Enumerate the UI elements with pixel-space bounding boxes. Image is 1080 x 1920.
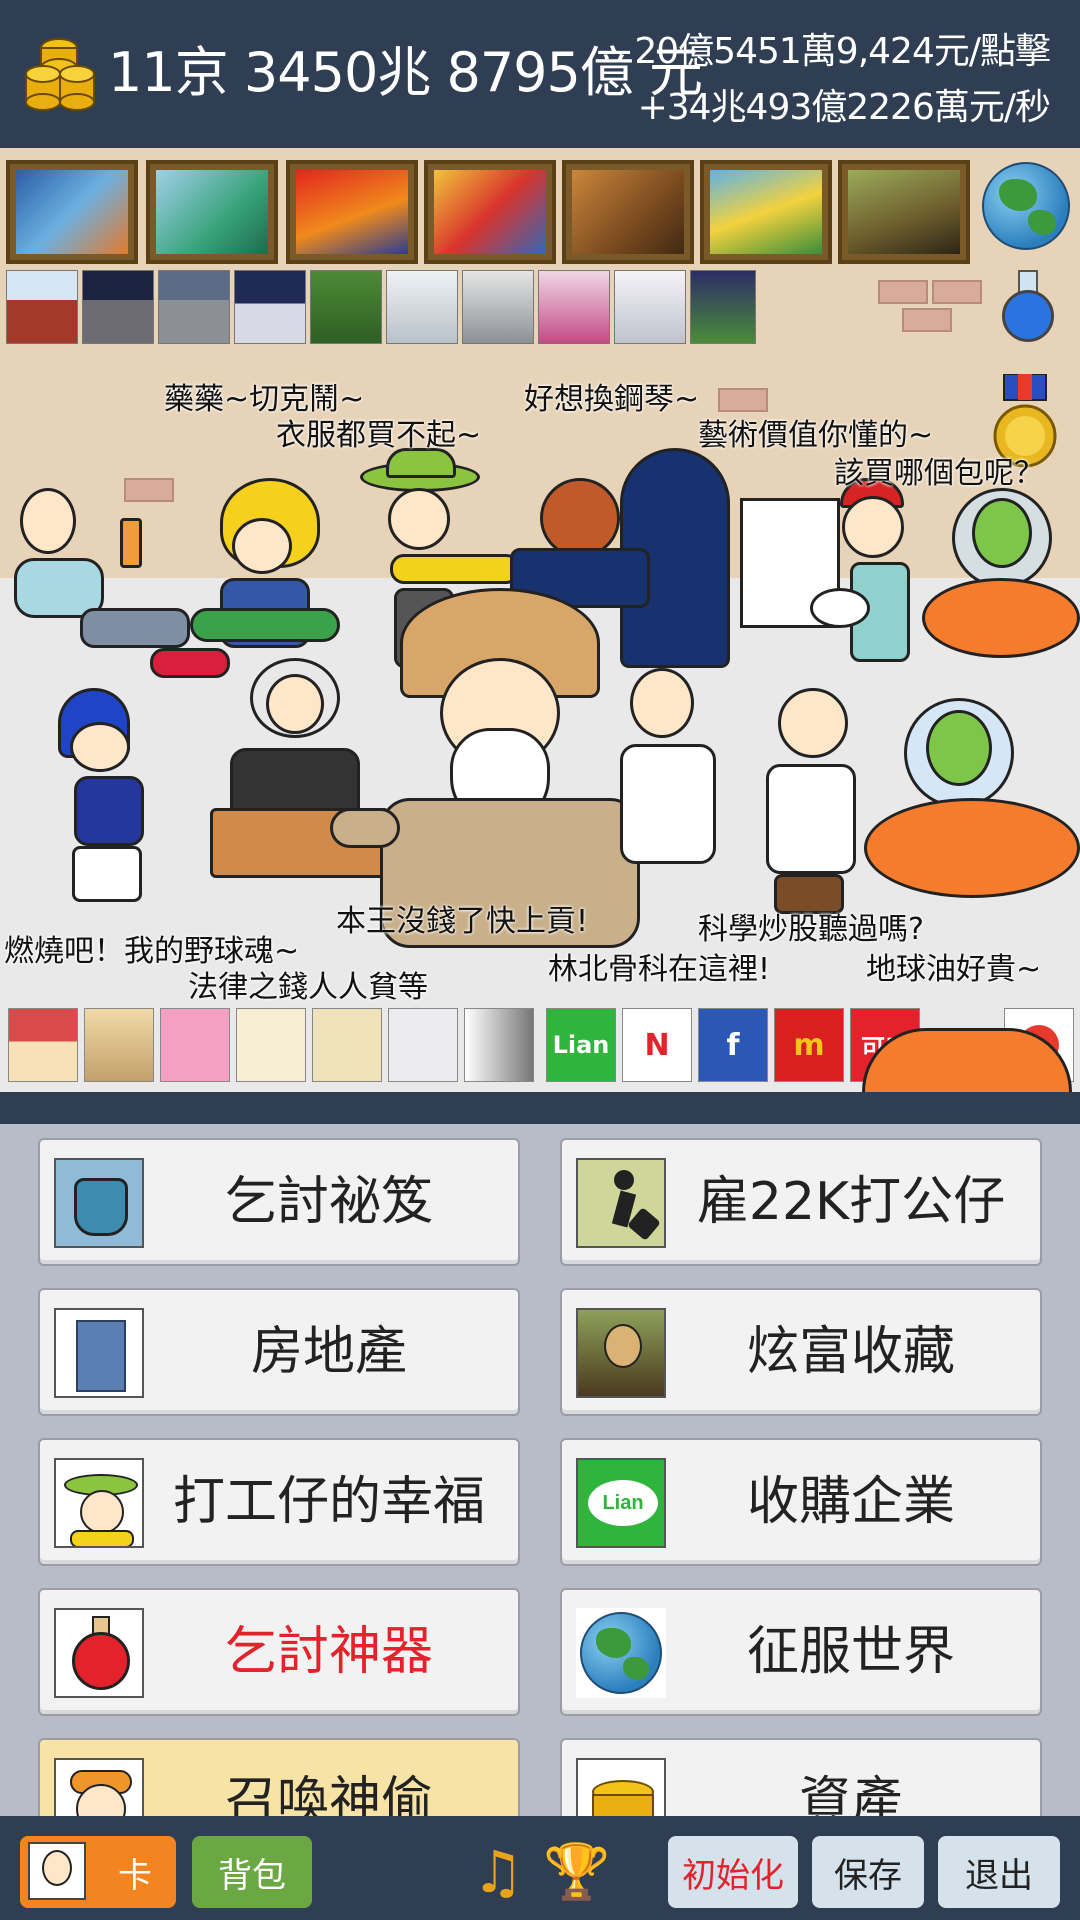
game-scene[interactable]: 藥藥~切克鬧~ 衣服都買不起~ 好想換鋼琴~ 藝術價值你懂的~ 該買哪個包呢？ … <box>0 148 1080 1092</box>
card-button[interactable]: 卡 <box>20 1836 176 1908</box>
trophy-icon[interactable]: 🏆 <box>543 1836 610 1908</box>
glass-tower-icon <box>464 1008 534 1082</box>
netflix-logo-icon: N <box>622 1008 692 1082</box>
baseball-player-character[interactable] <box>50 688 190 908</box>
wall-brick <box>932 280 982 304</box>
wall-brick <box>718 388 768 412</box>
painting-the-scream <box>286 160 418 264</box>
building-thumb-3 <box>158 270 230 344</box>
house-icon <box>8 1008 78 1082</box>
menu-button-worker-happiness[interactable]: 打工仔的幸福 <box>38 1438 520 1566</box>
menu-divider <box>0 1092 1080 1124</box>
menu-button-label: 乞討祕笈 <box>224 1172 433 1232</box>
wall-brick <box>878 280 928 304</box>
card-button-label: 卡 <box>118 1855 152 1896</box>
menu-button-label: 打工仔的幸福 <box>172 1472 485 1532</box>
speech-text: 科學炒股聽過嗎? <box>698 912 924 947</box>
money-per-click: 20億5451萬9,424元/點擊 <box>634 31 1051 72</box>
skyscraper-icon <box>388 1008 458 1082</box>
menu-button-acquire-company[interactable]: Lian 收購企業 <box>560 1438 1042 1566</box>
speech-text: 法律之錢人人貧等 <box>188 970 428 1005</box>
building-thumb-opera <box>386 270 458 344</box>
menu-button-begging-manual[interactable]: 乞討祕笈 <box>38 1138 520 1266</box>
painting-portrait-green <box>146 160 278 264</box>
avatar <box>28 1842 86 1900</box>
thief-icon <box>54 1758 144 1816</box>
red-potion-icon <box>54 1608 144 1698</box>
backpack-button[interactable]: 背包 <box>192 1836 312 1908</box>
menu-button-real-estate[interactable]: 房地產 <box>38 1288 520 1416</box>
music-icon[interactable]: ♫ <box>470 1836 526 1908</box>
mcdonalds-logo-icon: m <box>774 1008 844 1082</box>
artist-character[interactable] <box>730 478 930 708</box>
painting-card-players <box>562 160 694 264</box>
exit-button[interactable]: 退出 <box>938 1836 1060 1908</box>
building-thumb-castle <box>614 270 686 344</box>
money-per-second: +34兆493億2226萬元/秒 <box>637 87 1051 128</box>
building-thumb-6 <box>462 270 534 344</box>
upgrade-menu: 乞討祕笈 雇22K打公仔 房地產 炫富收藏 打工仔的幸福 Lian 收購企業 乞… <box>0 1124 1080 1816</box>
menu-button-label: 雇22K打公仔 <box>696 1172 1006 1232</box>
facebook-logo-icon: f <box>698 1008 768 1082</box>
money-hud: 11京 3450兆 8795億 元 20億5451萬9,424元/點擊 +34兆… <box>0 0 1080 148</box>
coin-stack-icon <box>576 1758 666 1816</box>
green-hat-guy-icon <box>54 1458 144 1548</box>
speech-text: 好想換鋼琴~ <box>524 382 700 417</box>
building-thumb-2 <box>82 270 154 344</box>
speech-text: 該買哪個包呢？ <box>834 456 1044 491</box>
gold-coins-icon <box>25 38 95 111</box>
menu-button-label: 召喚神偷 <box>224 1772 433 1816</box>
money-total: 11京 3450兆 8795億 元 <box>108 41 703 104</box>
menu-button-label: 收購企業 <box>746 1472 955 1532</box>
painting-gauguin <box>700 160 832 264</box>
menu-button-label: 房地產 <box>250 1322 407 1382</box>
save-button[interactable]: 保存 <box>812 1836 924 1908</box>
menu-button-label: 征服世界 <box>746 1622 955 1682</box>
building-thumb-taipei101 <box>690 270 756 344</box>
menu-button-summon-thief[interactable]: 召喚神偷 <box>38 1738 520 1816</box>
speech-text: 林北骨科在這裡! <box>548 952 771 987</box>
menu-button-conquer-world[interactable]: 征服世界 <box>560 1588 1042 1716</box>
menu-button-assets[interactable]: 資產 <box>560 1738 1042 1816</box>
lian-logo-icon: Lian <box>546 1008 616 1082</box>
bottom-toolbar: 卡 背包 ♫ 🏆 初始化 保存 退出 <box>0 1816 1080 1920</box>
globe-icon <box>576 1608 666 1698</box>
globe-icon <box>982 162 1070 250</box>
cafe-icon <box>160 1008 230 1082</box>
painting-mona-lisa <box>838 160 970 264</box>
menu-button-label: 資產 <box>798 1772 903 1816</box>
worker-icon <box>576 1158 666 1248</box>
menu-button-collection[interactable]: 炫富收藏 <box>560 1288 1042 1416</box>
building-icon <box>54 1308 144 1398</box>
lian-logo-icon: Lian <box>576 1458 666 1548</box>
menu-button-hire-worker[interactable]: 雇22K打公仔 <box>560 1138 1042 1266</box>
speech-text: 本王沒錢了快上貢! <box>336 904 589 939</box>
tower-block-icon <box>312 1008 382 1082</box>
mona-lisa-icon <box>576 1308 666 1398</box>
speech-text: 地球油好貴~ <box>866 952 1042 987</box>
apartment-icon <box>84 1008 154 1082</box>
menu-button-begging-artifact[interactable]: 乞討神器 <box>38 1588 520 1716</box>
blue-potion-icon[interactable] <box>998 270 1058 346</box>
building-thumb-4 <box>234 270 306 344</box>
ufo-bottom-icon <box>862 1028 1072 1092</box>
building-thumb-1 <box>6 270 78 344</box>
painting-picasso <box>424 160 556 264</box>
alien-ufo-character-2[interactable] <box>864 698 1080 918</box>
reset-button[interactable]: 初始化 <box>668 1836 798 1908</box>
doctor-character[interactable] <box>620 668 740 888</box>
building-thumb-stadium <box>310 270 382 344</box>
bag-icon <box>54 1158 144 1248</box>
wall-brick <box>902 308 952 332</box>
building-thumb-arcade <box>538 270 610 344</box>
painting-van-gogh <box>6 160 138 264</box>
office-building-icon <box>236 1008 306 1082</box>
menu-button-label: 乞討神器 <box>224 1622 433 1682</box>
menu-button-label: 炫富收藏 <box>746 1322 955 1382</box>
alien-ufo-character[interactable] <box>922 488 1080 698</box>
speech-text: 衣服都買不起~ <box>276 418 482 453</box>
